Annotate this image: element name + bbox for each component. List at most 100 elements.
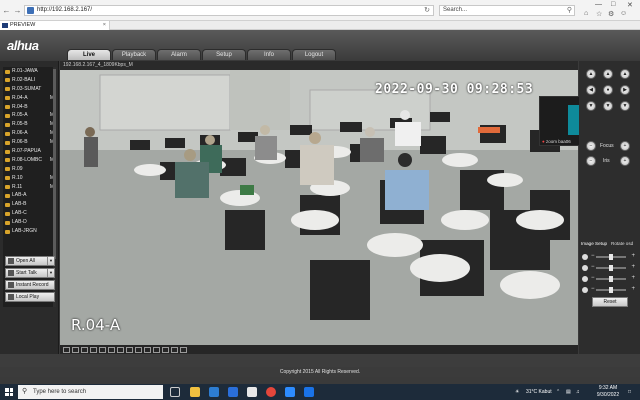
maximize-icon[interactable]: □ [611,1,615,8]
tab-image-setup[interactable]: Image Setup [580,239,608,248]
camera-icon [5,105,10,110]
windows-start-icon[interactable] [5,388,13,396]
network-icon[interactable]: ▤ [566,384,571,400]
iris-plus-icon[interactable]: + [620,156,630,166]
taskbar-clock[interactable]: 9:32 AM 9/30/2022 [592,385,624,399]
channel-item[interactable]: LAB-JRGN [3,227,56,236]
weather-icon[interactable]: ☀ [515,384,519,400]
local-play-button[interactable]: Local Play [5,292,55,302]
volume-icon[interactable]: ♫ [576,384,580,400]
reset-button[interactable]: Reset [592,297,628,307]
fisheye-icon[interactable] [153,346,160,353]
channel-item[interactable]: R.05-A M [3,111,56,120]
tray-up-icon[interactable]: ⌃ [556,384,560,400]
channel-item[interactable]: R.09 [3,165,56,174]
settings-icon[interactable]: ⚙ [608,10,614,18]
channel-item[interactable]: LAB-D [3,218,56,227]
channel-item[interactable]: R.03-SUMAT [3,85,56,94]
stream-info: 192.168.2.167_4_1809Kbps_M [60,61,578,70]
instant-record-button[interactable]: Instant Record [5,280,55,290]
ie-icon[interactable] [228,387,238,397]
smiley-icon[interactable]: ☺ [620,10,627,17]
tab-logout[interactable]: Logout [292,49,336,60]
channel-item[interactable]: R.04-B [3,103,56,112]
weather-text[interactable]: 31°C Kabut [526,384,552,400]
chrome-icon[interactable] [266,387,276,397]
start-talk-button[interactable]: Start Talk ▼ [5,268,55,278]
browser-tab[interactable]: PREVIEW × [0,21,110,30]
channel-item[interactable]: LAB-B [3,200,56,209]
layout-4-icon[interactable] [72,346,79,353]
focus-minus-icon[interactable]: − [586,141,596,151]
close-icon[interactable]: ✕ [627,1,633,9]
tab-alarm[interactable]: Alarm [157,49,201,60]
ptz-up-left-icon[interactable]: ▲ [586,69,596,79]
minimize-icon[interactable]: — [595,1,602,8]
fullscreen-icon[interactable] [171,346,178,353]
ptz-down-left-icon[interactable]: ▼ [586,101,596,111]
contrast-slider[interactable]: − + [582,264,637,272]
favorites-icon[interactable]: ☆ [596,10,602,18]
hue-slider[interactable]: − + [582,286,637,294]
back-icon[interactable]: ← [2,6,11,15]
channel-label: R.06-B [12,139,28,146]
store-icon[interactable] [247,387,257,397]
tab-setup[interactable]: Setup [202,49,246,60]
notifications-icon[interactable]: □ [628,384,631,400]
zoom-app-icon[interactable] [285,387,295,397]
chevron-down-icon[interactable]: ▼ [47,257,54,265]
channel-item[interactable]: LAB-C [3,209,56,218]
layout-split-icon[interactable] [108,346,115,353]
layout-custom-icon[interactable] [99,346,106,353]
channel-item[interactable]: R.06-B M [3,138,56,147]
layout-9-icon[interactable] [81,346,88,353]
ptz-center-icon[interactable]: ● [603,85,613,95]
close-all-icon[interactable] [180,346,187,353]
channel-item[interactable]: LAB-A [3,191,56,200]
channel-item[interactable]: R.04-A M [3,94,56,103]
ptz-down-icon[interactable]: ▼ [603,101,613,111]
layout-grid-icon[interactable] [117,346,124,353]
address-bar[interactable]: http://192.168.2.167/ ↻ [24,5,434,16]
edge-icon[interactable] [304,387,314,397]
open-all-button[interactable]: Open All ▼ [5,256,55,266]
channel-item[interactable]: R.02-BALI [3,76,56,85]
home-icon[interactable]: ⌂ [584,10,588,17]
channel-item[interactable]: R.10 M [3,174,56,183]
ptz-up-right-icon[interactable]: ▲ [620,69,630,79]
task-view-icon[interactable] [170,387,180,397]
tab-live[interactable]: Live [67,49,111,60]
tab-info[interactable]: Info [247,49,291,60]
channel-item[interactable]: R.05-B M [3,120,56,129]
snapshot-icon[interactable] [126,346,133,353]
ptz-down-right-icon[interactable]: ▼ [620,101,630,111]
channel-item[interactable]: R.06-A M [3,129,56,138]
iris-minus-icon[interactable]: − [586,156,596,166]
search-input[interactable]: Search... ⚲ [439,5,575,16]
ptz-left-icon[interactable]: ◀ [586,85,596,95]
channel-item[interactable]: R.11 M [3,183,56,192]
channel-item[interactable]: R.07-PAPUA [3,147,56,156]
ptz-right-icon[interactable]: ▶ [620,85,630,95]
mail-icon[interactable] [209,387,219,397]
audio-icon[interactable] [162,346,169,353]
taskbar-search-input[interactable]: ⚲ Type here to search [18,385,163,399]
channel-item[interactable]: R.01-JAWA [3,67,56,76]
file-explorer-icon[interactable] [190,387,200,397]
ptz-up-icon[interactable]: ▲ [603,69,613,79]
tab-playback[interactable]: Playback [112,49,156,60]
saturation-slider[interactable]: − + [582,275,637,283]
tab-close-icon[interactable]: × [103,21,106,30]
focus-plus-icon[interactable]: + [620,141,630,151]
refresh-icon[interactable]: ↻ [424,6,430,15]
layout-1-icon[interactable] [63,346,70,353]
channel-item[interactable]: R.08-LOMBC M [3,156,56,165]
live-video-feed[interactable]: 2022-09-30 09:28:53 R.04-A [60,70,578,345]
layout-16-icon[interactable] [90,346,97,353]
chevron-down-icon[interactable]: ▼ [47,269,54,277]
tab-rotate-osd[interactable]: Rotate osd [610,239,634,248]
forward-icon[interactable]: → [13,6,22,15]
brightness-slider[interactable]: − + [582,253,637,261]
record-clip-icon[interactable] [135,346,142,353]
zoom-icon[interactable] [144,346,151,353]
